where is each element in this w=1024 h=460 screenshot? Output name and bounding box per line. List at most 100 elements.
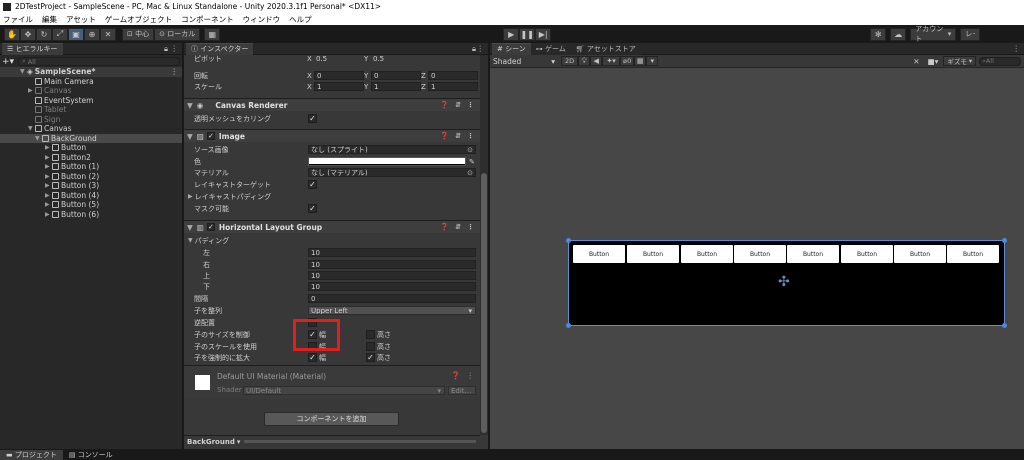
camera-icon[interactable]: ■▾ [928,57,939,66]
step-button[interactable]: ▶| [535,27,552,41]
scene-search-input[interactable]: ⌕ All [979,56,1022,66]
pivot-gizmo-icon[interactable]: ✣ [778,275,790,289]
rotate-tool-icon[interactable]: ↻ [36,27,52,41]
rotation-y-field[interactable]: 0 [371,71,421,80]
hlg-header[interactable]: ▼ ▥ ✓ Horizontal Layout Group ❓ ⇵ ⋮ [184,220,480,233]
custom-tool-icon[interactable]: ✕ [100,27,116,41]
scene-row[interactable]: ▼ ◈ SampleScene* ⋮ [0,67,182,77]
hierarchy-search-input[interactable]: ⌕ All [18,57,180,66]
more-icon[interactable]: ⋮ [467,371,475,380]
menu-gameobject[interactable]: ゲームオブジェクト [105,14,172,25]
child-alignment-dropdown[interactable]: Upper Left ▾ [308,306,476,315]
help-icon[interactable]: ❓ [451,371,460,380]
object-picker-icon[interactable]: ⊙ [467,146,473,153]
scale-y-field[interactable]: 1 [371,82,421,91]
pivot-x-field[interactable]: 0.5 [314,54,360,63]
image-header[interactable]: ▼ ▨ ✓ Image ❓ ⇵ ⋮ [184,129,480,142]
more-icon[interactable]: ⋮ [1013,44,1021,53]
list-item[interactable]: ▶ Button (2) [45,172,99,182]
canvas-renderer-header[interactable]: ▼ ◉ Canvas Renderer ❓ ⇵ ⋮ [184,98,480,111]
cloud-icon[interactable]: ☁ [890,27,907,41]
raycast-padding-row[interactable]: ▶ レイキャストパディング [188,191,271,202]
list-item[interactable]: ▶ Button (6) [45,210,99,220]
scene-button[interactable]: Button [734,245,786,263]
scrollbar-thumb[interactable] [481,173,487,433]
tab-project[interactable]: ▬ プロジェクト [0,450,63,460]
source-image-field[interactable]: なし (スプライト) ⊙ [308,145,476,154]
image-enabled-checkbox[interactable]: ✓ [206,132,215,140]
color-field[interactable] [308,157,466,166]
move-tool-icon[interactable]: ✥ [20,27,36,41]
resize-handle[interactable] [1002,323,1007,328]
more-icon[interactable]: ⋮ [171,44,179,53]
add-icon[interactable]: +▾ [2,57,18,67]
menu-window[interactable]: ウィンドウ [243,14,281,25]
play-button[interactable]: ▶ [503,27,520,41]
list-item[interactable]: ▶ Button (3) [45,181,99,191]
tab-hierarchy[interactable]: ☰ ヒエラルキー [2,42,63,55]
pivot-toggle[interactable]: ⊡ 中心 [122,27,155,41]
mode-2d-button[interactable]: 2D [561,56,579,66]
scene-button[interactable]: Button [841,245,893,263]
more-icon[interactable]: ⋮ [477,44,485,53]
lock-icon[interactable]: 🔒︎ [164,44,168,54]
control-height-checkbox[interactable] [366,330,375,339]
pivot-y-field[interactable]: 0.5 [371,54,417,63]
material-field[interactable]: なし (マテリアル) ⊙ [308,168,476,177]
scene-button[interactable]: Button [681,245,733,263]
padding-top-field[interactable]: 10 [308,271,476,280]
menu-edit[interactable]: 編集 [42,14,57,25]
list-item[interactable]: ▶ Button (4) [45,191,99,201]
list-item[interactable]: ▶ Button [45,143,86,153]
snap-settings-icon[interactable]: ▾ [646,56,659,66]
rect-tool-icon[interactable]: ▣ [68,27,84,41]
tab-console[interactable]: ▤ コンソール [63,450,119,460]
object-picker-icon[interactable]: ⊙ [467,169,473,176]
tools-icon[interactable]: ✕ [913,57,919,66]
inspector-scrollbar[interactable] [480,55,488,435]
scale-tool-icon[interactable]: ⤢ [52,27,68,41]
resize-handle[interactable] [566,323,571,328]
scene-button[interactable]: Button [627,245,679,263]
transform-tool-icon[interactable]: ⊕ [84,27,100,41]
tab-game[interactable]: ⊶ ゲーム [530,42,571,55]
list-item-selected[interactable]: ▼ BackGround [0,133,182,143]
shader-dropdown[interactable]: UI/Default ▾ [243,386,445,395]
menu-assets[interactable]: アセット [66,14,96,25]
list-item[interactable]: Sign [35,115,60,125]
list-item[interactable]: ▶ Button (5) [45,200,99,210]
shader-edit-button[interactable]: Edit... [448,386,476,395]
preset-icon[interactable]: ⇵ [455,223,461,231]
hidden-objects-toggle[interactable]: ⌀ 0 [620,56,635,66]
scale-z-field[interactable]: 1 [428,82,478,91]
list-item[interactable]: ▶ Button (1) [45,162,99,172]
preview-footer[interactable]: BackGround ▾ [184,435,480,447]
padding-left-field[interactable]: 10 [308,248,476,257]
list-item[interactable]: ▶ Canvas [28,86,72,96]
rotation-z-field[interactable]: 0 [428,71,478,80]
audio-icon[interactable]: ◀ [590,56,603,66]
background-panel[interactable]: Button Button Button Button Button Butto… [566,238,1007,328]
eyedropper-icon[interactable]: ✎ [469,156,475,167]
collab-icon[interactable]: ✻ [870,27,887,41]
gizmos-dropdown[interactable]: ギズモ ▾ [943,56,977,66]
space-toggle[interactable]: ⊙ ローカル [154,27,201,41]
scene-button[interactable]: Button [894,245,946,263]
scene-more-icon[interactable]: ⋮ [171,67,179,76]
help-icon[interactable]: ❓ [440,132,449,140]
more-icon[interactable]: ⋮ [467,101,474,109]
tab-scene[interactable]: # シーン [492,42,531,55]
resize-handle[interactable] [566,238,571,243]
padding-row[interactable]: ▼ パディング [188,235,229,246]
help-icon[interactable]: ❓ [440,101,449,109]
list-item[interactable]: ▶ Button2 [45,153,91,163]
preset-icon[interactable]: ⇵ [455,101,461,109]
menu-component[interactable]: コンポーネント [181,14,234,25]
scene-button[interactable]: Button [573,245,625,263]
list-item[interactable]: Tablet [35,105,66,115]
grid-snap-icon[interactable]: ▦ [204,27,221,41]
pause-button[interactable]: ❚❚ [519,27,536,41]
layers-dropdown[interactable]: レイヤー [960,27,981,41]
list-item[interactable]: EventSystem [35,96,93,106]
help-icon[interactable]: ❓ [440,223,449,231]
